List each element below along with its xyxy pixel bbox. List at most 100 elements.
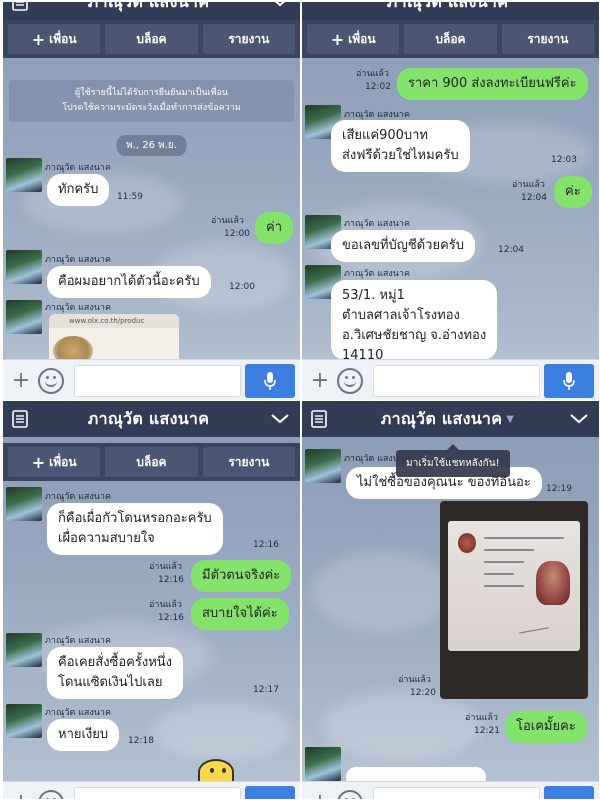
message-bubble[interactable]: โอเคมั้ยคะ [505, 711, 587, 743]
microphone-icon[interactable] [544, 363, 594, 398]
report-button[interactable]: รายงาน [202, 24, 295, 54]
read-status: อ่านแล้ว [149, 562, 182, 572]
caret-down-icon: ▼ [506, 413, 515, 425]
plus-icon[interactable]: + [307, 790, 333, 799]
message-line: คือเคยสั่งซื้อครั้งหนึ่ง [58, 655, 173, 670]
add-friend-label: เพื่อน [49, 31, 77, 46]
plus-icon[interactable]: + [8, 368, 34, 393]
message-line: ตำบลศาลเจ้าโรงทอง [342, 308, 460, 323]
message-input-bar: + [302, 359, 599, 400]
emoji-icon[interactable] [337, 789, 363, 799]
message-line: ส่งฟรีด้วยใช่ไหมครับ [342, 148, 459, 163]
avatar[interactable] [305, 449, 341, 483]
system-notice: ผู้ใช้รายนี้ไม่ได้รับการยืนยันมาเป็นเพื่… [9, 80, 294, 122]
message-input-bar: + [302, 781, 599, 799]
message-input[interactable] [74, 786, 241, 799]
message-bubble[interactable]: คือผมอยากได้ตัวนี้อะครับ [47, 266, 211, 298]
chevron-down-icon[interactable] [559, 2, 599, 20]
contact-name[interactable]: ภาณุวัต แสงนาค [37, 2, 260, 15]
microphone-icon[interactable] [245, 363, 295, 398]
chat-screenshot-3: ภาณุวัต แสงนาค + เพื่อน บล็อค รายงาน ภาณุ… [3, 401, 300, 799]
system-notice-line: ผู้ใช้รายนี้ไม่ได้รับการยืนยันมาเป็นเพื่… [74, 88, 229, 98]
signature [517, 614, 549, 634]
contact-name[interactable]: ภาณุวัต แสงนาค [336, 2, 559, 15]
action-bar: + เพื่อน บล็อค รายงาน [3, 20, 300, 58]
message-bubble[interactable]: 53/1. หมู่1 ตำบลศาลเจ้าโรงทอง อ.วิเศษชัย… [331, 280, 498, 360]
sender-name: ภาณุวัต แสงนาค [45, 163, 112, 173]
read-status: อ่านแล้ว [356, 69, 389, 79]
plus-icon[interactable]: + [8, 790, 34, 799]
avatar[interactable] [6, 633, 42, 667]
message-line: โดนแซิดเงินไปเลย [58, 675, 163, 690]
plus-icon[interactable]: + [307, 368, 333, 393]
emoji-icon[interactable] [38, 789, 64, 799]
avatar[interactable] [305, 747, 341, 781]
chat-screenshot-4: ภาณุวัต แสงนาค ▼ ภาณุวัต แสงนาค ไม่ใช่ซื้… [302, 401, 599, 799]
report-button[interactable]: รายงาน [501, 24, 594, 54]
emoji-icon[interactable] [38, 367, 64, 394]
read-status: อ่านแล้ว [512, 180, 545, 190]
avatar[interactable] [6, 158, 42, 192]
message-bubble[interactable]: ขอเลขที่บัญชีด้วยครับ [331, 230, 476, 262]
sender-name: ภาณุวัต แสงนาค [45, 708, 112, 718]
block-button[interactable]: บล็อค [105, 24, 198, 54]
message-bubble[interactable]: เสียแค่900บาท ส่งฟรีด้วยใช่ไหมครับ [331, 120, 470, 172]
message-bubble[interactable]: มีตัวตนจริงค่ะ [191, 560, 292, 592]
id-card-image [448, 521, 580, 651]
action-bar: + เพื่อน บล็อค รายงาน [3, 443, 300, 481]
message-bubble[interactable]: สบายใจได้ค่ะ [191, 598, 289, 630]
message-bubble[interactable]: หายเงียบ [47, 719, 120, 751]
contact-name[interactable]: ภาณุวัต แสงนาค ▼ [336, 407, 559, 432]
message-time: 12:00 [224, 229, 250, 239]
message-time: 12:00 [229, 282, 255, 292]
menu-icon[interactable] [3, 2, 37, 20]
microphone-icon[interactable] [245, 785, 295, 799]
add-friend-button[interactable]: + เพื่อน [307, 24, 400, 54]
message-time: 11:59 [117, 192, 143, 202]
message-time: 12:16 [158, 575, 184, 585]
avatar[interactable] [6, 704, 42, 738]
microphone-icon[interactable] [544, 785, 594, 799]
avatar[interactable] [6, 487, 42, 521]
message-time: 12:16 [158, 613, 184, 623]
message-bubble[interactable]: ทักครับ [47, 174, 110, 206]
sender-name: ภาณุวัต แสงนาค [45, 303, 112, 313]
message-input[interactable] [373, 364, 540, 397]
message-time: 12:02 [365, 82, 391, 92]
chevron-down-icon[interactable] [260, 401, 300, 437]
chevron-down-icon[interactable] [260, 2, 300, 20]
message-time: 12:17 [253, 685, 279, 695]
message-input[interactable] [74, 364, 241, 397]
contact-name[interactable]: ภาณุวัต แสงนาค [37, 407, 260, 432]
image-message[interactable] [440, 501, 588, 699]
chat-header: ภาณุวัต แสงนาค [3, 401, 300, 437]
sender-name: ภาณุวัต แสงนาค [344, 219, 411, 229]
message-input[interactable] [373, 786, 540, 799]
avatar[interactable] [6, 300, 42, 334]
chevron-down-icon[interactable] [559, 401, 599, 437]
message-bubble[interactable]: คือเคยสั่งซื้อครั้งหนึ่ง โดนแซิดเงินไปเล… [47, 647, 184, 699]
add-friend-button[interactable]: + เพื่อน [8, 447, 101, 477]
menu-icon[interactable] [302, 401, 336, 437]
report-button[interactable]: รายงาน [202, 447, 295, 477]
message-time: 12:19 [546, 484, 572, 494]
message-time: 12:16 [253, 540, 279, 550]
message-bubble[interactable]: ค่า [255, 212, 293, 244]
add-friend-button[interactable]: + เพื่อน [8, 24, 101, 54]
message-line: อ.วิเศษชัยชาญ จ.อ่างทอง [342, 328, 487, 343]
menu-icon[interactable] [3, 401, 37, 437]
message-bubble[interactable]: ก็คือเผื่อกัวโดนหรอกอะครับ เผื่อความสบาย… [47, 503, 223, 555]
message-bubble[interactable]: ราคา 900 ส่งลงทะเบียนฟรีค่ะ [397, 68, 588, 100]
message-bubble[interactable]: ค่ะ [554, 176, 592, 208]
chat-screenshot-1: ภาณุวัต แสงนาค +เพื่อน บล็อค รายงาน ผู้ใ… [3, 2, 300, 400]
emoji-icon[interactable] [337, 367, 363, 394]
add-friend-label: เพื่อน [348, 31, 376, 46]
avatar[interactable] [6, 250, 42, 284]
message-time: 12:20 [410, 688, 436, 698]
menu-icon[interactable] [302, 2, 336, 20]
chat-header: ภาณุวัต แสงนาค ▼ [302, 401, 599, 437]
block-button[interactable]: บล็อค [105, 447, 198, 477]
block-button[interactable]: บล็อค [404, 24, 497, 54]
id-photo [536, 561, 570, 605]
chat-header: ภาณุวัต แสงนาค [3, 2, 300, 20]
